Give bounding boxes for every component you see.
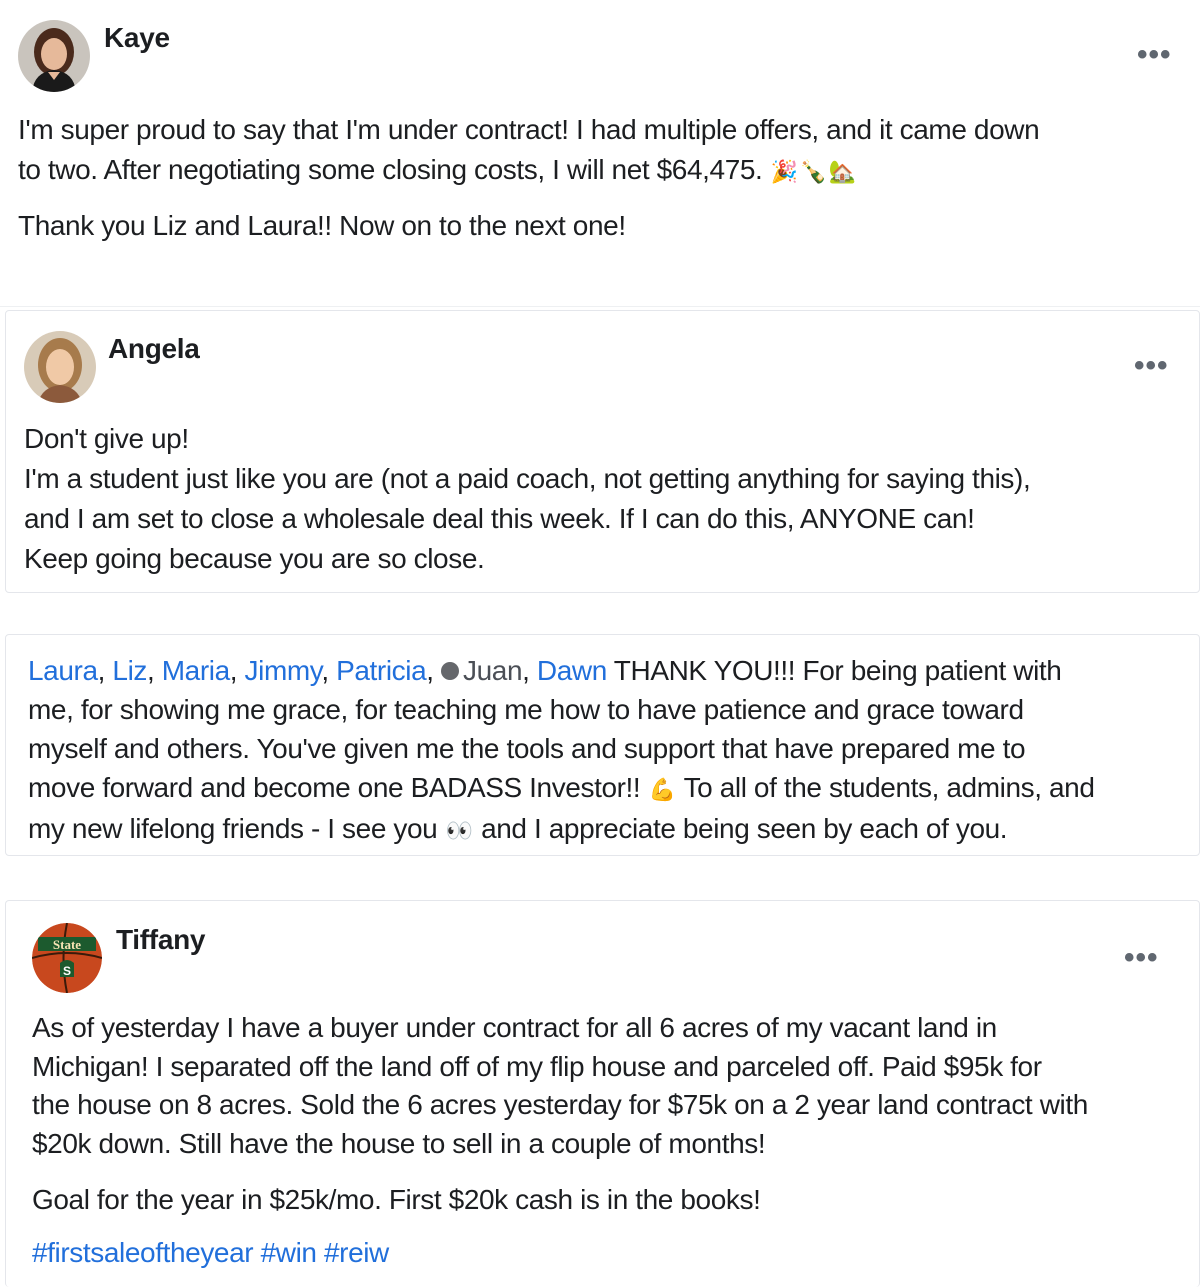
avatar-badge-text: State — [53, 937, 81, 952]
hashtag-link[interactable]: #reiw — [324, 1237, 389, 1268]
mention-link[interactable]: Laura — [28, 655, 98, 686]
hashtag-link[interactable]: #win — [261, 1237, 317, 1268]
more-options-icon[interactable]: ••• — [1124, 943, 1159, 973]
basketball-logo-icon: State S — [32, 923, 102, 993]
avatar-angela-image — [24, 331, 96, 403]
mention-link[interactable]: Juan — [463, 655, 523, 686]
mention-link[interactable]: Jimmy — [245, 655, 322, 686]
post-text-segment: move forward and become one BADASS Inves… — [28, 772, 648, 803]
post-card-thank-you: Laura, Liz, Maria, Jimmy, Patricia, Juan… — [5, 634, 1200, 856]
hashtag-line: #firstsaleoftheyear #win #reiw — [32, 1234, 1088, 1273]
post-text-line: Michigan! I separated off the land off o… — [32, 1050, 1042, 1082]
post-text: Don't give up! I'm a student just like y… — [24, 419, 1031, 579]
mention-link[interactable]: Patricia — [336, 655, 427, 686]
post-text-line: me, for showing me grace, for teaching m… — [28, 694, 1024, 725]
post-text-line: $20k down. Still have the house to sell … — [32, 1127, 766, 1159]
post-text-line: Goal for the year in $25k/mo. First $20k… — [32, 1184, 761, 1215]
post-text-line: Don't give up! — [24, 423, 189, 454]
post-text-line: As of yesterday I have a buyer under con… — [32, 1012, 997, 1043]
house-icon: 🏡 — [828, 158, 856, 184]
mention-separator: , — [426, 655, 442, 686]
eyes-icon: 👀 — [445, 818, 473, 844]
post-text-segment: THANK YOU!!! For being patient with — [606, 655, 1062, 686]
post-text-line: to two. After negotiating some closing c… — [18, 150, 1039, 192]
post-text-line: Laura, Liz, Maria, Jimmy, Patricia, Juan… — [28, 651, 1095, 690]
post-card-kaye: Kaye ••• I'm super proud to say that I'm… — [0, 0, 1200, 258]
post-text-line: I'm a student just like you are (not a p… — [24, 463, 1031, 494]
post-text-line: and I am set to close a wholesale deal t… — [24, 503, 975, 534]
mention-link[interactable]: Dawn — [537, 655, 607, 686]
post-text-line: Thank you Liz and Laura!! Now on to the … — [18, 209, 626, 241]
mention-separator: , — [97, 655, 113, 686]
author-name[interactable]: Angela — [108, 333, 200, 365]
post-text-segment: to two. After negotiating some closing c… — [18, 154, 770, 185]
mention-link[interactable]: Maria — [162, 655, 230, 686]
hashtag-link[interactable]: #firstsaleoftheyear — [32, 1237, 254, 1268]
post-card-angela: Angela ••• Don't give up! I'm a student … — [5, 310, 1200, 593]
post-text-line: the house on 8 acres. Sold the 6 acres y… — [32, 1089, 1088, 1120]
post-text-line: move forward and become one BADASS Inves… — [28, 768, 1095, 809]
avatar[interactable] — [24, 331, 96, 403]
post-card-tiffany: State S Tiffany ••• As of yesterday I ha… — [5, 900, 1200, 1287]
mention-separator: , — [321, 655, 337, 686]
svg-text:S: S — [63, 964, 71, 978]
more-options-icon[interactable]: ••• — [1134, 351, 1169, 381]
avatar-kaye-image — [18, 20, 90, 92]
post-text-line: my new lifelong friends - I see you 👀 an… — [28, 809, 1095, 850]
post-text-line: myself and others. You've given me the t… — [28, 733, 1026, 764]
post-text-segment: and I appreciate being seen by each of y… — [473, 813, 1008, 845]
party-popper-icon: 🎉 — [770, 158, 798, 184]
post-text: I'm super proud to say that I'm under co… — [18, 110, 1040, 246]
more-options-icon[interactable]: ••• — [1137, 40, 1172, 70]
champagne-icon: 🍾 — [799, 158, 827, 184]
post-text-segment: To all of the students, admins, and — [676, 772, 1095, 803]
profile-status-icon — [441, 661, 460, 680]
post-text: As of yesterday I have a buyer under con… — [32, 1009, 1088, 1272]
post-text-line: Keep going because you are so close. — [24, 543, 485, 574]
post-text-line: I'm super proud to say that I'm under co… — [18, 114, 1040, 145]
mention-separator: , — [146, 655, 162, 686]
post-text: Laura, Liz, Maria, Jimmy, Patricia, Juan… — [28, 651, 1095, 850]
avatar[interactable] — [18, 20, 90, 92]
mention-link[interactable]: Liz — [112, 655, 147, 686]
flexed-bicep-icon: 💪 — [648, 777, 676, 803]
avatar[interactable]: State S — [32, 923, 102, 993]
mention-separator: , — [229, 655, 245, 686]
post-text-segment: my new lifelong friends - I see you — [28, 813, 445, 845]
divider — [0, 306, 1200, 307]
author-name[interactable]: Kaye — [104, 22, 170, 54]
mention-separator: , — [522, 655, 537, 686]
author-name[interactable]: Tiffany — [116, 924, 205, 956]
